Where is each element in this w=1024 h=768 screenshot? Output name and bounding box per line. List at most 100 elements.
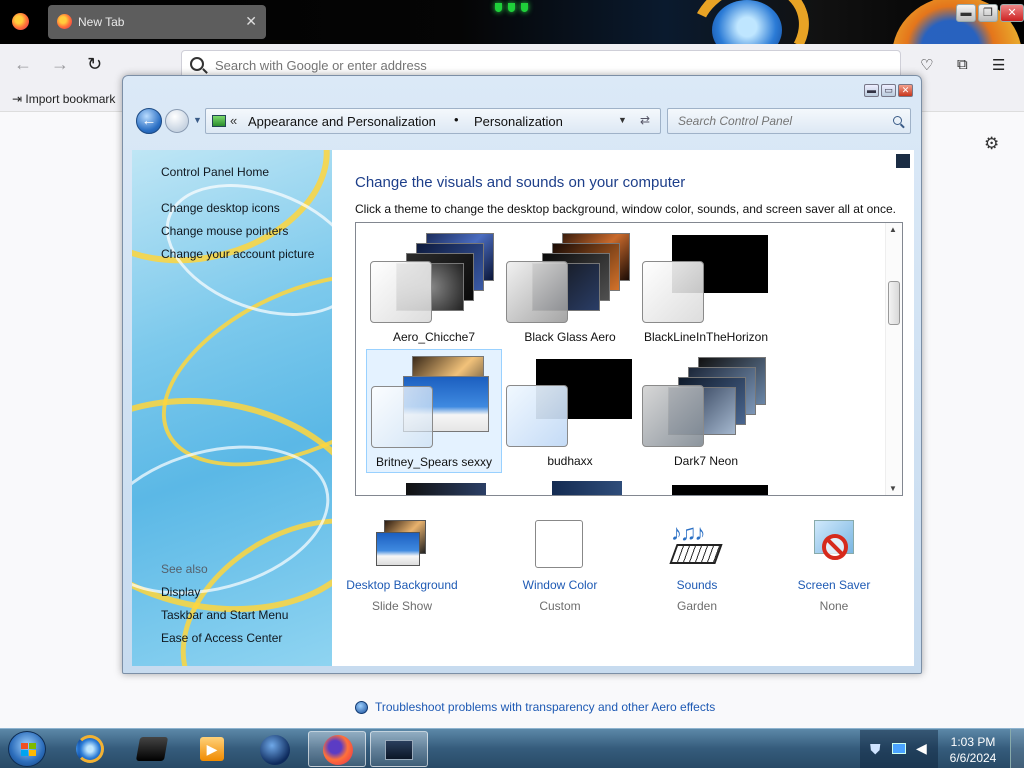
theme-item[interactable]: Dark7 Neon (638, 349, 774, 473)
control-panel-taskbar-icon (385, 740, 413, 760)
clock-date: 6/6/2024 (949, 751, 997, 765)
cp-navigation-bar: ← ▼ « Appearance and Personalization • P… (133, 104, 913, 140)
cp-main-pane: Change the visuals and sounds on your co… (332, 150, 914, 714)
control-panel-window: ▬ ▭ ✕ ← ▼ « Appearance and Personalizati… (122, 75, 922, 714)
sounds-icon: ♪♫♪ (669, 520, 723, 568)
refresh-icon[interactable]: ⇄ (640, 113, 650, 127)
cp-minimize-button[interactable]: ▬ (864, 84, 879, 97)
system-tray: ⛊ ◀ (860, 730, 938, 768)
theme-label: budhaxx (547, 454, 593, 468)
sounds-label: Sounds (676, 578, 718, 592)
recent-pages-dropdown-icon[interactable]: ▼ (193, 115, 202, 125)
theme-label: Dark7 Neon (673, 454, 739, 468)
theme-item-selected[interactable]: Britney_Spears sexxy (366, 349, 502, 473)
screen-saver-icon (808, 520, 860, 568)
address-input[interactable] (215, 56, 815, 74)
browser-tab-bar: New Tab ✕ ▬ ❐ ✕ (0, 0, 1024, 116)
cp-maximize-button[interactable]: ▭ (881, 84, 896, 97)
theme-item[interactable]: Black Glass Aero (502, 225, 638, 349)
forward-arrow-icon[interactable]: → (51, 54, 69, 75)
theme-label: Britney_Spears sexxy (375, 455, 493, 469)
browser-minimize-button[interactable]: ▬ (956, 4, 976, 22)
sidebar-item-mouse-pointers[interactable]: Change mouse pointers (161, 224, 288, 238)
search-icon[interactable] (893, 116, 902, 125)
extensions-icon[interactable]: ⧉ (957, 56, 968, 73)
search-box[interactable] (667, 108, 911, 134)
firefox-favicon-icon (57, 14, 72, 29)
theme-item[interactable]: Aero_Chicche7 (366, 225, 502, 349)
tab-title: New Tab (78, 15, 125, 29)
scrollbar-thumb[interactable] (888, 281, 900, 325)
taskbar-internet-explorer[interactable] (62, 731, 120, 767)
volume-icon[interactable]: ◀ (916, 740, 927, 757)
menu-icon[interactable]: ☰ (992, 56, 1005, 74)
wallpaper-green-glow (495, 0, 529, 14)
breadcrumb-personalization[interactable]: Personalization (474, 114, 563, 129)
browser-restore-button[interactable]: ❐ (978, 4, 998, 22)
sidebar-item-display[interactable]: Display (161, 585, 200, 599)
browser-close-button[interactable]: ✕ (1000, 4, 1024, 22)
import-bookmarks-label: Import bookmark (25, 92, 116, 106)
network-icon[interactable] (892, 743, 906, 754)
clock[interactable]: 1:03 PM 6/6/2024 (940, 734, 1006, 766)
troubleshoot-icon (355, 701, 368, 714)
gear-icon[interactable]: ⚙ (984, 134, 999, 154)
media-device-icon (135, 737, 169, 761)
pocket-icon[interactable]: ♡ (920, 56, 933, 74)
search-icon (190, 57, 204, 71)
page-subtitle: Click a theme to change the desktop back… (355, 202, 896, 216)
search-input[interactable] (678, 114, 878, 128)
browser-tab-new-tab[interactable]: New Tab ✕ (48, 5, 266, 39)
firefox-view-icon[interactable] (12, 13, 29, 30)
theme-label: Black Glass Aero (524, 330, 616, 344)
sidebar-item-ease-of-access[interactable]: Ease of Access Center (161, 631, 282, 645)
taskbar-media-app[interactable] (122, 731, 180, 767)
breadcrumb-appearance[interactable]: Appearance and Personalization (248, 114, 436, 129)
cp-sidebar: Control Panel Home Change desktop icons … (132, 150, 332, 666)
reload-icon[interactable]: ↻ (87, 54, 102, 75)
sidebar-item-home[interactable]: Control Panel Home (161, 165, 269, 179)
window-color-button[interactable]: Window Color Custom (490, 520, 630, 613)
theme-item[interactable]: budhaxx (502, 349, 638, 473)
scroll-down-icon[interactable]: ▼ (889, 484, 897, 493)
help-icon[interactable] (895, 153, 911, 169)
breadcrumb[interactable]: « Appearance and Personalization • Perso… (205, 108, 661, 134)
window-color-value: Custom (539, 599, 581, 613)
desktop-background-icon (376, 520, 428, 568)
control-panel-icon (212, 115, 226, 127)
breadcrumb-overflow[interactable]: « (230, 113, 237, 128)
globe-icon (260, 735, 290, 765)
scroll-up-icon[interactable]: ▲ (889, 225, 897, 234)
taskbar-media-player[interactable]: ▶ (184, 731, 242, 767)
browser-window-controls: ▬ ❐ ✕ (956, 4, 1024, 22)
back-button[interactable]: ← (136, 108, 162, 134)
sidebar-item-taskbar[interactable]: Taskbar and Start Menu (161, 608, 288, 622)
theme-item[interactable]: BlackLineInTheHorizon (638, 225, 774, 349)
troubleshoot-label: Troubleshoot problems with transparency … (375, 700, 716, 714)
import-bookmarks-link[interactable]: ⇥ Import bookmark (12, 92, 115, 106)
desktop-background-button[interactable]: Desktop Background Slide Show (332, 520, 472, 613)
show-desktop-button[interactable] (1010, 729, 1024, 768)
theme-label: BlackLineInTheHorizon (643, 330, 769, 344)
sounds-button[interactable]: ♪♫♪ Sounds Garden (627, 520, 767, 613)
start-button[interactable] (8, 731, 46, 767)
address-dropdown-icon[interactable]: ▼ (618, 115, 627, 125)
screen-saver-button[interactable]: Screen Saver None (764, 520, 904, 613)
breadcrumb-separator: • (454, 112, 459, 127)
window-color-label: Window Color (522, 578, 598, 592)
sidebar-item-desktop-icons[interactable]: Change desktop icons (161, 201, 280, 215)
theme-label: Aero_Chicche7 (392, 330, 476, 344)
taskbar-globe-app[interactable] (246, 731, 304, 767)
tab-close-icon[interactable]: ✕ (245, 13, 257, 30)
back-arrow-icon[interactable]: ← (14, 54, 32, 75)
taskbar-firefox[interactable] (308, 731, 366, 767)
forward-button[interactable] (165, 109, 189, 133)
taskbar-control-panel[interactable] (370, 731, 428, 767)
cp-close-button[interactable]: ✕ (898, 84, 913, 97)
clock-time: 1:03 PM (950, 735, 996, 749)
security-shield-icon[interactable]: ⛊ (870, 741, 881, 758)
theme-list-scrollbar[interactable]: ▲ ▼ (885, 223, 902, 495)
page-title: Change the visuals and sounds on your co… (355, 174, 686, 191)
internet-explorer-icon (76, 735, 104, 763)
sidebar-item-account-picture[interactable]: Change your account picture (161, 247, 314, 261)
